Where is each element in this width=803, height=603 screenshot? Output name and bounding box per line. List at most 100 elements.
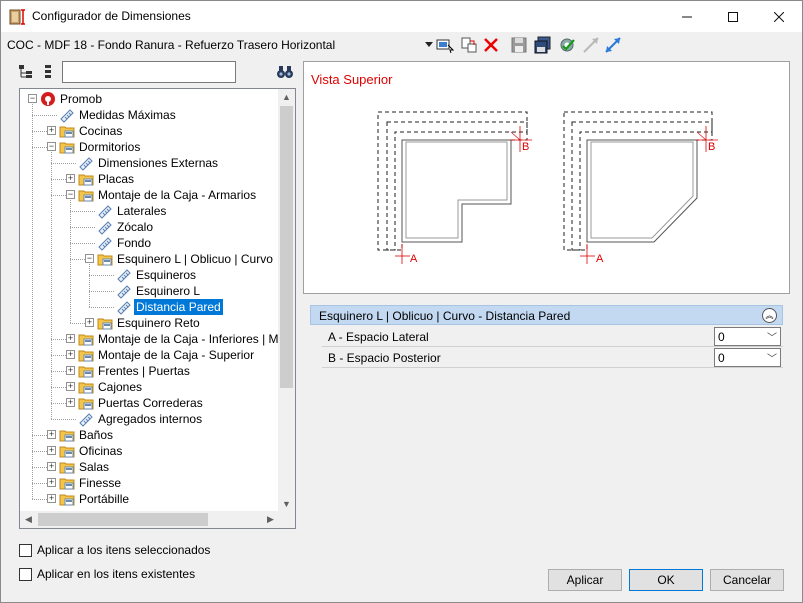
tree-node[interactable]: Laterales bbox=[20, 203, 278, 219]
folder-icon bbox=[59, 475, 75, 491]
expand-plus-icon[interactable]: + bbox=[66, 350, 75, 359]
maximize-button[interactable] bbox=[710, 1, 756, 32]
folder-icon bbox=[78, 395, 94, 411]
save-all-button[interactable] bbox=[533, 35, 553, 55]
tree-node[interactable]: + Finesse bbox=[20, 475, 278, 491]
tree-node-label: Placas bbox=[98, 172, 135, 186]
expand-plus-icon[interactable]: + bbox=[47, 494, 56, 503]
import-items-button[interactable] bbox=[459, 35, 479, 55]
tree-node[interactable]: Esquinero L bbox=[20, 283, 278, 299]
espacio-lateral-select[interactable]: 0 ﹀ bbox=[714, 327, 781, 346]
property-group-title: Esquinero L | Oblicuo | Curvo - Distanci… bbox=[319, 309, 571, 323]
tree-node[interactable]: + Cocinas bbox=[20, 123, 278, 139]
tree-node[interactable]: Fondo bbox=[20, 235, 278, 251]
tree-node[interactable]: + Esquinero Reto bbox=[20, 315, 278, 331]
apply-button[interactable]: Aplicar bbox=[548, 569, 622, 591]
collapse-up-icon[interactable]: ︽ bbox=[762, 308, 777, 323]
tree-vertical-scrollbar[interactable]: ▲ ▼ bbox=[278, 89, 295, 513]
find-button[interactable] bbox=[275, 62, 295, 82]
list-view-button[interactable] bbox=[39, 62, 59, 82]
tree-node[interactable]: Zócalo bbox=[20, 219, 278, 235]
tree-node[interactable]: − Dormitorios bbox=[20, 139, 278, 155]
tree-node[interactable]: + Salas bbox=[20, 459, 278, 475]
apply-existing-label[interactable]: Aplicar en los itens existentes bbox=[37, 567, 195, 581]
apply-selected-label[interactable]: Aplicar a los itens seleccionados bbox=[37, 543, 210, 557]
apply-existing-checkbox[interactable] bbox=[19, 568, 32, 581]
close-button[interactable] bbox=[756, 1, 802, 32]
expand-plus-icon[interactable]: + bbox=[47, 430, 56, 439]
tree-horizontal-scroll-thumb[interactable] bbox=[38, 513, 208, 526]
collapse-minus-icon[interactable]: − bbox=[47, 142, 56, 151]
tree-node[interactable]: Esquineros bbox=[20, 267, 278, 283]
tree-node[interactable]: + Montaje de la Caja - Inferiores | Mesa bbox=[20, 331, 295, 347]
tree-node[interactable]: + Puertas Correderas bbox=[20, 395, 278, 411]
dimension-tree[interactable]: − Promob Medidas Máximas + Cocinas − Dormitori… bbox=[19, 88, 296, 529]
property-group-header[interactable]: Esquinero L | Oblicuo | Curvo - Distanci… bbox=[310, 305, 783, 325]
scroll-up-icon[interactable]: ▲ bbox=[278, 89, 295, 106]
expand-plus-icon[interactable]: + bbox=[66, 174, 75, 183]
tree-node-label: Distancia Pared bbox=[134, 299, 223, 315]
tree-node[interactable]: + Montaje de la Caja - Superior bbox=[20, 347, 278, 363]
tree-connector bbox=[70, 243, 95, 244]
tree-search-input[interactable] bbox=[62, 61, 236, 83]
tree-node-label: Cocinas bbox=[79, 124, 123, 138]
tree-node[interactable]: − Promob bbox=[20, 91, 278, 107]
espacio-posterior-select[interactable]: 0 ﹀ bbox=[714, 348, 781, 367]
tree-node[interactable]: + Baños bbox=[20, 427, 278, 443]
tree-node[interactable]: + Placas bbox=[20, 171, 278, 187]
tree-connector bbox=[70, 227, 95, 228]
caret-down-icon bbox=[425, 42, 433, 47]
ok-button[interactable]: OK bbox=[629, 569, 703, 591]
expand-plus-icon[interactable]: + bbox=[47, 126, 56, 135]
expand-plus-icon[interactable]: + bbox=[66, 366, 75, 375]
expand-plus-icon[interactable]: + bbox=[85, 318, 94, 327]
tree-node[interactable]: + Oficinas bbox=[20, 443, 278, 459]
expand-plus-icon[interactable]: + bbox=[66, 398, 75, 407]
tree-node[interactable]: Agregados internos bbox=[20, 411, 278, 427]
folder-icon bbox=[59, 427, 75, 443]
expand-arrows-icon bbox=[605, 37, 621, 53]
tree-connector bbox=[89, 264, 90, 307]
expand-plus-icon[interactable]: + bbox=[47, 478, 56, 487]
scroll-left-icon[interactable]: ◀ bbox=[20, 511, 37, 528]
collapse-arrows-button[interactable] bbox=[581, 35, 601, 55]
collapse-minus-icon[interactable]: − bbox=[28, 94, 37, 103]
delete-button[interactable] bbox=[481, 35, 501, 55]
tree-node[interactable]: Dimensiones Externas bbox=[20, 155, 278, 171]
tree-node-label: Portábille bbox=[79, 492, 130, 506]
tree-node[interactable]: Distancia Pared bbox=[20, 299, 278, 315]
tree-node[interactable]: Medidas Máximas bbox=[20, 107, 278, 123]
expand-plus-icon[interactable]: + bbox=[47, 462, 56, 471]
tree-connector bbox=[70, 211, 95, 212]
tree-view-button[interactable] bbox=[16, 62, 36, 82]
tree-horizontal-scrollbar[interactable]: ◀ ▶ bbox=[20, 511, 295, 528]
minimize-button[interactable] bbox=[664, 1, 710, 32]
collapse-arrows-icon bbox=[583, 37, 599, 53]
save-button[interactable] bbox=[509, 35, 529, 55]
diagram-label-b-right: B bbox=[708, 141, 715, 153]
expand-arrows-button[interactable] bbox=[603, 35, 623, 55]
ruler-tag-icon bbox=[116, 267, 132, 283]
tree-node-label: Dimensiones Externas bbox=[98, 156, 219, 170]
scroll-right-icon[interactable]: ▶ bbox=[262, 511, 279, 528]
tree-node-label: Puertas Correderas bbox=[98, 396, 203, 410]
tree-node-label: Laterales bbox=[117, 204, 167, 218]
folder-icon bbox=[97, 315, 113, 331]
collapse-minus-icon[interactable]: − bbox=[66, 190, 75, 199]
tree-node[interactable]: − Esquinero L | Oblicuo | Curvo bbox=[20, 251, 278, 267]
tree-node[interactable]: − Montaje de la Caja - Armarios bbox=[20, 187, 278, 203]
folder-icon bbox=[78, 171, 94, 187]
collapse-minus-icon[interactable]: − bbox=[85, 254, 94, 263]
tree-node[interactable]: + Portábille bbox=[20, 491, 278, 507]
tree-node[interactable]: + Frentes | Puertas bbox=[20, 363, 278, 379]
select-on-screen-button[interactable] bbox=[435, 35, 455, 55]
expand-plus-icon[interactable]: + bbox=[66, 334, 75, 343]
settings-button[interactable] bbox=[557, 35, 577, 55]
tree-node[interactable]: + Cajones bbox=[20, 379, 278, 395]
expand-plus-icon[interactable]: + bbox=[47, 446, 56, 455]
tree-node-label: Montaje de la Caja - Superior bbox=[98, 348, 255, 362]
cancel-button[interactable]: Cancelar bbox=[710, 569, 784, 591]
expand-plus-icon[interactable]: + bbox=[66, 382, 75, 391]
apply-selected-checkbox[interactable] bbox=[19, 544, 32, 557]
tree-vertical-scroll-thumb[interactable] bbox=[280, 106, 293, 388]
